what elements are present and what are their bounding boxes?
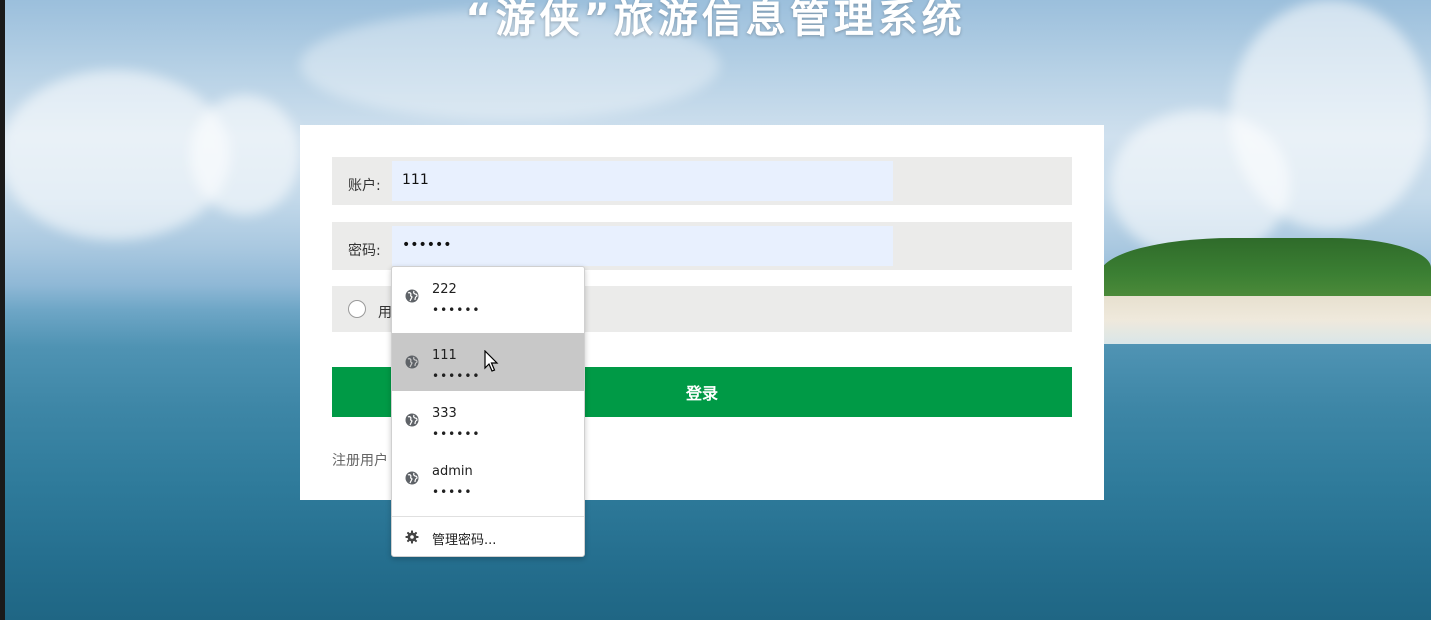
autofill-password: •••••• xyxy=(432,427,481,441)
globe-icon xyxy=(405,355,419,369)
account-row: 账户: 111 xyxy=(332,157,1072,205)
autofill-item[interactable]: 222 •••••• xyxy=(392,267,584,325)
globe-icon xyxy=(405,289,419,303)
role-label: 用 xyxy=(378,305,392,321)
autofill-password: •••••• xyxy=(432,369,481,383)
register-link[interactable]: 注册用户 xyxy=(332,450,388,470)
account-input[interactable]: 111 xyxy=(392,161,893,201)
account-label: 账户: xyxy=(348,178,381,194)
autofill-password: •••••• xyxy=(432,303,481,317)
password-autofill-dropdown: 222 •••••• 111 •••••• 333 •••••• admin •… xyxy=(391,266,585,557)
role-radio[interactable] xyxy=(348,300,366,318)
login-page: “游侠”旅游信息管理系统 账户: 111 密码: •••••• 用 登录 注册用… xyxy=(0,0,1431,620)
cloud xyxy=(190,95,300,215)
island-beach xyxy=(1100,296,1431,344)
autofill-item[interactable]: 333 •••••• xyxy=(392,391,584,449)
password-input[interactable]: •••••• xyxy=(392,226,893,266)
password-value: •••••• xyxy=(402,237,452,253)
page-title: “游侠”旅游信息管理系统 xyxy=(465,0,966,42)
manage-passwords-item[interactable]: 管理密码... xyxy=(392,517,584,557)
autofill-username: 333 xyxy=(432,406,457,421)
password-label: 密码: xyxy=(348,243,381,259)
autofill-item[interactable]: admin ••••• xyxy=(392,449,584,507)
mouse-cursor-icon xyxy=(484,350,499,372)
password-row: 密码: •••••• xyxy=(332,222,1072,270)
island-trees xyxy=(1100,238,1431,298)
autofill-username: 222 xyxy=(432,282,457,297)
account-value: 111 xyxy=(402,172,429,188)
window-edge xyxy=(0,0,5,620)
autofill-password: ••••• xyxy=(432,485,473,499)
globe-icon xyxy=(405,471,419,485)
globe-icon xyxy=(405,413,419,427)
gear-icon xyxy=(405,530,419,544)
manage-passwords-label: 管理密码... xyxy=(432,533,497,548)
autofill-username: 111 xyxy=(432,348,457,363)
autofill-username: admin xyxy=(432,464,473,479)
